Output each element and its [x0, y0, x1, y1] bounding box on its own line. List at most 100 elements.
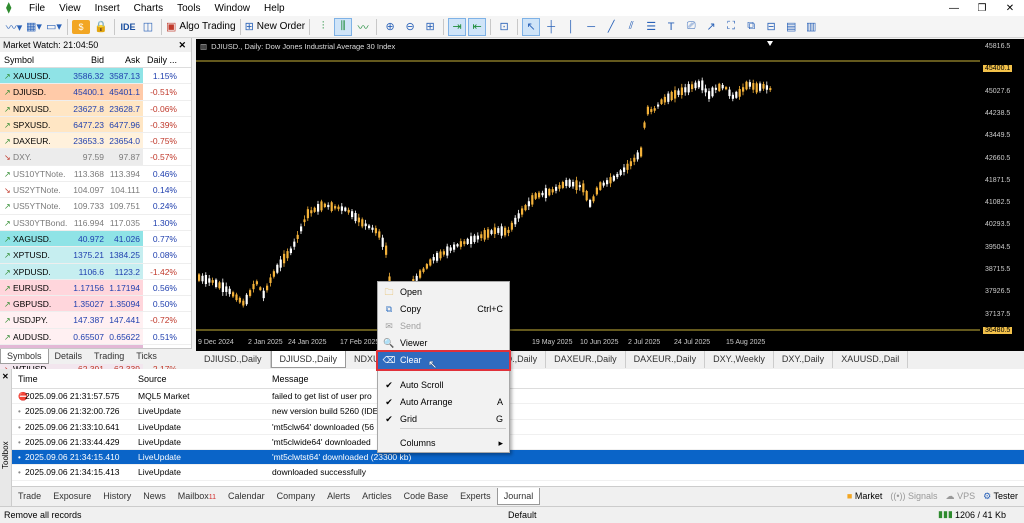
market-watch-row[interactable]: ↗ XAUUSD. 3586.32 3587.13 1.15%	[0, 68, 191, 85]
market-watch-row[interactable]: ↗ GBPUSD. 1.35027 1.35094 0.50%	[0, 296, 191, 313]
candlestick-icon[interactable]: ⫼	[334, 17, 353, 36]
zoom-in-icon[interactable]: ⊕	[381, 18, 399, 36]
menu-tools[interactable]: Tools	[170, 3, 207, 14]
menu-item-columns[interactable]: Columns ▸	[378, 435, 509, 452]
market-watch-row[interactable]: ↗ SPXUSD. 6477.23 6477.96 -0.39%	[0, 116, 191, 134]
vertical-line-icon[interactable]: │	[562, 18, 580, 36]
tab-journal[interactable]: Journal	[496, 487, 541, 505]
tester-button[interactable]: ⚙ Tester	[983, 491, 1018, 502]
tab-symbols[interactable]: Symbols	[0, 349, 49, 364]
market-watch-row[interactable]: ↗ US5YTNote. 109.733 109.751 0.24%	[0, 198, 191, 215]
chart-tab[interactable]: DAXEUR.,Daily	[626, 351, 706, 368]
menu-item-auto-arrange[interactable]: ✔ Auto Arrange A	[378, 394, 509, 411]
market-watch-row[interactable]: ↘ US2YTNote. 104.097 104.111 0.14%	[0, 182, 191, 199]
journal-row[interactable]: • 2025.09.06 21:32:00.726 LiveUpdate new ve…	[12, 404, 1024, 420]
menu-insert[interactable]: Insert	[88, 3, 127, 14]
algo-trading-button[interactable]: ▣ Algo Trading	[166, 18, 236, 36]
bar-chart-icon[interactable]: ⫶	[314, 18, 332, 36]
close-window-button[interactable]: ✕	[996, 3, 1024, 14]
templates-icon[interactable]: ▦▾	[25, 18, 43, 36]
trend-line-icon[interactable]: ╱	[602, 18, 620, 36]
menu-item-viewer[interactable]: 🔍 Viewer	[378, 335, 509, 352]
menu-charts[interactable]: Charts	[127, 3, 170, 14]
cursor-icon[interactable]: ↖	[522, 17, 541, 36]
tab-experts[interactable]: Experts	[454, 488, 497, 504]
menu-item-grid[interactable]: ✔ Grid G	[378, 411, 509, 428]
tab-alerts[interactable]: Alerts	[321, 488, 356, 504]
menu-item-copy[interactable]: ⧉ Copy Ctrl+C	[378, 301, 509, 318]
market-watch-row[interactable]: ↗ EURUSD. 1.17156 1.17194 0.56%	[0, 279, 191, 297]
ide-button[interactable]: IDE	[119, 18, 137, 36]
objects-icon[interactable]: ⧉	[742, 18, 760, 36]
column-symbol[interactable]: Symbol	[0, 52, 73, 67]
chart-type-icon[interactable]: 〰▾	[5, 18, 23, 36]
indicators-icon[interactable]: ▤	[782, 18, 800, 36]
shapes-icon[interactable]: ⛶	[722, 18, 740, 36]
channel-icon[interactable]: ⫽	[622, 18, 640, 36]
restore-button[interactable]: ❐	[968, 3, 996, 14]
tab-trade[interactable]: Trade	[12, 488, 47, 504]
chart-tab[interactable]: DXY.,Weekly	[705, 351, 774, 368]
market-watch-row[interactable]: ↗ AUDUSD. 0.65507 0.65622 0.51%	[0, 328, 191, 346]
journal-row[interactable]: • 2025.09.06 21:33:10.641 LiveUpdate'mt5cl…	[12, 420, 1024, 435]
price-chart[interactable]: 9 Dec 2024 2 Jan 2025 24 Jan 2025 17 Feb 20…	[196, 39, 980, 351]
tile-windows-icon[interactable]: ⊞	[421, 18, 439, 36]
fibonacci-icon[interactable]: ☰	[642, 18, 660, 36]
market-button[interactable]: ■ Market	[847, 491, 882, 502]
column-daily-change[interactable]: Daily ...	[143, 52, 180, 67]
menu-item-clear[interactable]: ⌫ Clear	[376, 350, 511, 371]
menu-view[interactable]: View	[52, 3, 88, 14]
lock-icon[interactable]: 🔒	[92, 18, 110, 36]
strategy-icon[interactable]: ◫	[139, 18, 157, 36]
close-icon[interactable]: ✕	[2, 372, 9, 381]
menu-item-open[interactable]: 🗀 Open	[378, 284, 509, 301]
menu-help[interactable]: Help	[257, 3, 292, 14]
close-icon[interactable]: ✕	[178, 38, 186, 52]
column-time[interactable]: Time	[12, 369, 134, 388]
market-watch-row[interactable]: ↗ XPTUSD. 1375.21 1384.25 0.08%	[0, 247, 191, 264]
line-chart-icon[interactable]: 〰	[354, 18, 372, 36]
screenshot-icon[interactable]: ⊡	[495, 18, 513, 36]
tab-ticks[interactable]: Ticks	[130, 349, 163, 364]
minimize-button[interactable]: —	[940, 3, 968, 14]
arrow-icon[interactable]: ↗	[702, 18, 720, 36]
periods-icon[interactable]: ⊟	[762, 18, 780, 36]
chart-tab[interactable]: DAXEUR.,Daily	[546, 351, 626, 368]
label-icon[interactable]: ⎚	[682, 18, 700, 36]
tab-news[interactable]: News	[137, 488, 172, 504]
chart-tab[interactable]: XAUUSD.,Dail	[833, 351, 909, 368]
templates-list-icon[interactable]: ▥	[802, 18, 820, 36]
text-icon[interactable]: T	[662, 18, 680, 36]
market-watch-row[interactable]: ↗ USDJPY. 147.387 147.441 -0.72%	[0, 312, 191, 329]
tab-code-base[interactable]: Code Base	[398, 488, 455, 504]
profiles-icon[interactable]: ▭▾	[45, 18, 63, 36]
chart-tab[interactable]: DXY.,Daily	[774, 351, 834, 368]
column-ask[interactable]: Ask	[107, 52, 143, 67]
journal-row[interactable]: ⛔2025.09.06 21:31:57.575 MQL5 Market faile…	[12, 389, 1024, 405]
market-watch-row[interactable]: ↗ DAXEUR. 23653.3 23654.0 -0.75%	[0, 133, 191, 150]
tab-trading[interactable]: Trading	[88, 349, 130, 364]
market-watch-row[interactable]: ↗ XPDUSD. 1106.6 1123.2 -1.42%	[0, 263, 191, 280]
auto-scroll-icon[interactable]: ⇥	[448, 17, 467, 36]
chart-tab[interactable]: DJIUSD.,Daily	[196, 351, 271, 368]
market-watch-row[interactable]: ↗ DJIUSD. 45400.1 45401.1 -0.51%	[0, 84, 191, 101]
tab-calendar[interactable]: Calendar	[222, 488, 271, 504]
tab-company[interactable]: Company	[271, 488, 322, 504]
market-watch-row[interactable]: ↗ XAGUSD. 40.972 41.026 0.77%	[0, 230, 191, 248]
tab-mailbox[interactable]: Mailbox11	[172, 488, 222, 504]
tab-details[interactable]: Details	[49, 349, 89, 364]
journal-row[interactable]: • 2025.09.06 21:34:15.413 LiveUpdate downlo…	[12, 465, 1024, 481]
market-icon[interactable]: $	[72, 19, 90, 34]
market-watch-row[interactable]: ↘ DXY. 97.59 97.87 -0.57%	[0, 149, 191, 166]
tab-articles[interactable]: Articles	[356, 488, 398, 504]
vps-button[interactable]: ☁ VPS	[946, 491, 976, 502]
chart-tab[interactable]: DJIUSD.,Daily	[270, 351, 347, 368]
market-watch-row[interactable]: ↗ NDXUSD. 23627.8 23628.7 -0.06%	[0, 100, 191, 117]
horizontal-line-icon[interactable]: ─	[582, 18, 600, 36]
journal-row[interactable]: • 2025.09.06 21:33:44.429 LiveUpdate'mt5cl…	[12, 435, 1024, 451]
tab-history[interactable]: History	[97, 488, 137, 504]
menu-window[interactable]: Window	[207, 3, 257, 14]
zoom-out-icon[interactable]: ⊖	[401, 18, 419, 36]
menu-file[interactable]: File	[22, 3, 52, 14]
menu-item-auto-scroll[interactable]: ✔ Auto Scroll	[378, 377, 509, 394]
